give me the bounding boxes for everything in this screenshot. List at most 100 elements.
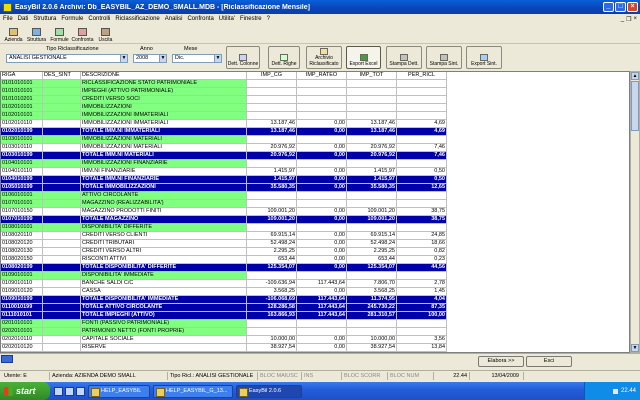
cell-per-ricl[interactable]: 13,84 (397, 344, 447, 352)
cell-per-ricl[interactable]: 38,75 (397, 216, 447, 224)
cell-riga[interactable]: 0110010199 (1, 304, 43, 312)
cell-des-sint[interactable] (43, 136, 81, 144)
cell-imp-rateo[interactable]: 0,00 (297, 256, 347, 264)
column-header-imp-rateo[interactable]: IMP_RATEO (297, 72, 347, 80)
menu-confronta[interactable]: Confronta (187, 16, 213, 22)
cell-descrizione[interactable]: TOTALE ATTIVO CIRCOLANTE (81, 304, 247, 312)
cell-riga[interactable]: 0107010101 (1, 200, 43, 208)
cell-imp-rateo[interactable]: 0,00 (297, 128, 347, 136)
cell-descrizione[interactable]: BANCHE SALDI C/C (81, 280, 247, 288)
table-row[interactable]: 0110010199 TOTALE ATTIVO CIRCOLANTE 128.28… (1, 304, 447, 312)
table-row[interactable]: 0108020199 TOTALE DISPONIBILITA' DIFFERIT… (1, 264, 447, 272)
cell-riga[interactable]: 0202010101 (1, 328, 43, 336)
anno-select[interactable]: 2008 ▼ (133, 54, 167, 63)
mdi-minimize-icon[interactable]: _ (621, 16, 624, 23)
vertical-scrollbar[interactable]: ▲ ▼ (630, 71, 640, 353)
cell-per-ricl[interactable]: 0,82 (397, 248, 447, 256)
cell-des-sint[interactable] (43, 232, 81, 240)
cell-riga[interactable]: 0201010101 (1, 320, 43, 328)
cell-imp-cg[interactable] (247, 112, 297, 120)
cell-imp-rateo[interactable]: 117.443,64 (297, 280, 347, 288)
cell-riga[interactable]: 0109010101 (1, 272, 43, 280)
cell-imp-rateo[interactable]: 0,00 (297, 240, 347, 248)
cell-des-sint[interactable] (43, 248, 81, 256)
cell-des-sint[interactable] (43, 256, 81, 264)
cell-descrizione[interactable]: CREDITI TRIBUTARI (81, 240, 247, 248)
maximize-button[interactable]: □ (615, 2, 626, 12)
scroll-up-icon[interactable]: ▲ (631, 72, 639, 80)
cell-imp-tot[interactable]: 125.354,07 (347, 264, 397, 272)
cell-imp-tot[interactable]: 3.568,25 (347, 288, 397, 296)
cell-imp-cg[interactable]: 1.415,97 (247, 168, 297, 176)
cell-imp-tot[interactable] (347, 88, 397, 96)
cell-per-ricl[interactable]: 4,69 (397, 120, 447, 128)
cell-descrizione[interactable]: RISERVE (81, 344, 247, 352)
cell-imp-tot[interactable]: 11.374,95 (347, 296, 397, 304)
cell-per-ricl[interactable] (397, 320, 447, 328)
task-help-easybil[interactable]: HELP_EASYBIL (88, 384, 150, 398)
table-row[interactable]: 0106010101 ATTIVO CIRCOLANTE (1, 192, 447, 200)
stampa-sint-button[interactable]: Stampa Sint. (426, 46, 462, 69)
cell-imp-rateo[interactable] (297, 80, 347, 88)
cell-imp-rateo[interactable]: 0,00 (297, 168, 347, 176)
cell-per-ricl[interactable]: 87,35 (397, 304, 447, 312)
cell-imp-tot[interactable]: 35.580,35 (347, 184, 397, 192)
column-header-descrizione[interactable]: DESCRIZIONE (81, 72, 247, 80)
cell-imp-tot[interactable] (347, 96, 397, 104)
cell-imp-cg[interactable]: 2.295,25 (247, 248, 297, 256)
cell-riga[interactable]: 0108020130 (1, 248, 43, 256)
column-header-imp-tot[interactable]: IMP_TOT (347, 72, 397, 80)
cell-descrizione[interactable]: ATTIVO CIRCOLANTE (81, 192, 247, 200)
cell-imp-rateo[interactable] (297, 224, 347, 232)
cell-descrizione[interactable]: PATRIMONIO NETTO (FONTI PROPRIE) (81, 328, 247, 336)
cell-descrizione[interactable]: TOTALE DISPONIBILITA' IMMEDIATE (81, 296, 247, 304)
cell-riga[interactable]: 0102010110 (1, 120, 43, 128)
cell-descrizione[interactable]: RISCONTI ATTIVI (81, 256, 247, 264)
cell-per-ricl[interactable]: 38,75 (397, 208, 447, 216)
cell-imp-rateo[interactable]: 0,00 (297, 184, 347, 192)
cell-imp-rateo[interactable] (297, 96, 347, 104)
close-button[interactable]: × (627, 2, 638, 12)
cell-riga[interactable]: 0101010101 (1, 88, 43, 96)
table-row[interactable]: 0109010199 TOTALE DISPONIBILITA' IMMEDIAT… (1, 296, 447, 304)
cell-descrizione[interactable]: IMMOBILIZZAZIONI FINANZIARIE (81, 160, 247, 168)
cell-imp-tot[interactable] (347, 104, 397, 112)
cell-descrizione[interactable]: IMPIEGHI (ATTIVO PATRIMONIALE) (81, 88, 247, 96)
cell-imp-tot[interactable]: 245.730,22 (347, 304, 397, 312)
cell-per-ricl[interactable]: 0,23 (397, 256, 447, 264)
table-row[interactable]: 0109010110 BANCHE SALDI C/C -109.636,94 117… (1, 280, 447, 288)
menu-file[interactable]: File (3, 16, 13, 22)
cell-imp-rateo[interactable] (297, 88, 347, 96)
cell-imp-rateo[interactable]: 0,00 (297, 144, 347, 152)
column-header-imp-cg[interactable]: IMP_CG (247, 72, 297, 80)
cell-imp-rateo[interactable] (297, 320, 347, 328)
table-row[interactable]: 0108010101 DISPONIBILITA' DIFFERITE (1, 224, 447, 232)
cell-imp-tot[interactable]: 69.915,14 (347, 232, 397, 240)
cell-per-ricl[interactable] (397, 328, 447, 336)
cell-riga[interactable]: 0202010120 (1, 344, 43, 352)
cell-descrizione[interactable]: DISPONIBILITA' DIFFERITE (81, 224, 247, 232)
column-header-riga[interactable]: RIGA (1, 72, 43, 80)
cell-imp-rateo[interactable]: 117.443,64 (297, 296, 347, 304)
cell-descrizione[interactable]: TOTALE MAGAZZINO (81, 216, 247, 224)
cell-des-sint[interactable] (43, 80, 81, 88)
cell-imp-tot[interactable]: 38.927,54 (347, 344, 397, 352)
cell-imp-tot[interactable] (347, 224, 397, 232)
cell-riga[interactable]: 0101010101 (1, 80, 43, 88)
cell-imp-cg[interactable]: 13.187,46 (247, 128, 297, 136)
cell-riga[interactable]: 0104010101 (1, 160, 43, 168)
table-row[interactable]: 0107010150 MAGAZZINO PRODOTTI FINITI 109.0… (1, 208, 447, 216)
toolbar-confronta-button[interactable]: Confronta (71, 24, 94, 43)
browser-icon[interactable] (54, 386, 63, 396)
cell-imp-rateo[interactable]: 0,00 (297, 216, 347, 224)
cell-descrizione[interactable]: CREDITI VERSO SOCI (81, 96, 247, 104)
menu-finestre[interactable]: Finestre (240, 16, 262, 22)
esci-button[interactable]: Esci (526, 356, 572, 367)
cell-per-ricl[interactable]: 3,56 (397, 336, 447, 344)
cell-des-sint[interactable] (43, 288, 81, 296)
cell-imp-tot[interactable]: 13.187,46 (347, 120, 397, 128)
cell-riga[interactable]: 0108020199 (1, 264, 43, 272)
table-row[interactable]: 0101010101 RICLASSIFICAZIONE STATO PATRIM… (1, 80, 447, 88)
cell-des-sint[interactable] (43, 192, 81, 200)
cell-des-sint[interactable] (43, 224, 81, 232)
